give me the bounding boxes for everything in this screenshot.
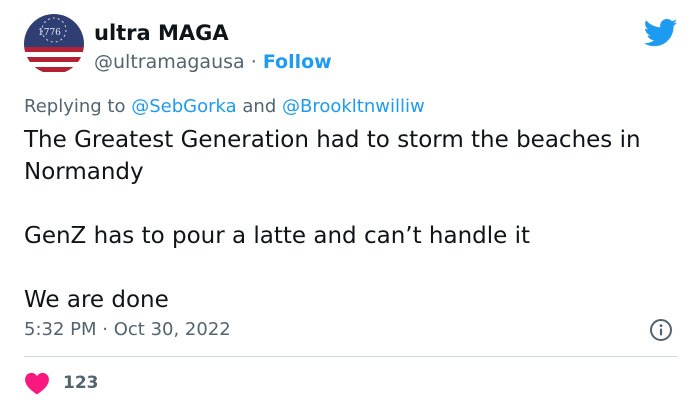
tweet-body: The Greatest Generation had to storm the… [24,124,684,316]
tweet-card: 1776 ultra MAGA @ultramagausa · Follow R… [0,0,700,410]
replying-to: Replying to @SebGorka and @Brookltnwilli… [24,95,425,119]
follow-button[interactable]: Follow [263,51,332,73]
tweet-date: Oct 30, 2022 [113,319,231,340]
tweet-line: The Greatest Generation had to storm the… [24,127,641,185]
like-count: 123 [63,373,99,393]
handle-separator: · [250,51,257,73]
mention-link[interactable]: @SebGorka [131,96,236,117]
author-name[interactable]: ultra MAGA [94,20,229,46]
divider [24,356,678,357]
avatar[interactable]: 1776 [24,14,84,74]
info-icon[interactable] [649,318,673,342]
replying-prefix: Replying to [24,96,126,117]
mention-link[interactable]: @Brookltnwilliw [282,96,425,117]
author-handle-row: @ultramagausa · Follow [94,50,332,74]
tweet-line: GenZ has to pour a latte and can’t handl… [24,223,531,249]
author-handle[interactable]: @ultramagausa [94,51,245,73]
avatar-year: 1776 [38,28,61,38]
heart-icon [25,372,49,395]
tweet-line: We are done [24,287,169,313]
timestamp[interactable]: 5:32 PM · Oct 30, 2022 [24,318,231,342]
timestamp-separator: · [102,319,108,340]
like-button[interactable]: 123 [24,370,99,396]
twitter-bird-icon[interactable] [644,18,678,48]
replying-conjunction: and [242,96,277,117]
tweet-time: 5:32 PM [24,319,97,340]
